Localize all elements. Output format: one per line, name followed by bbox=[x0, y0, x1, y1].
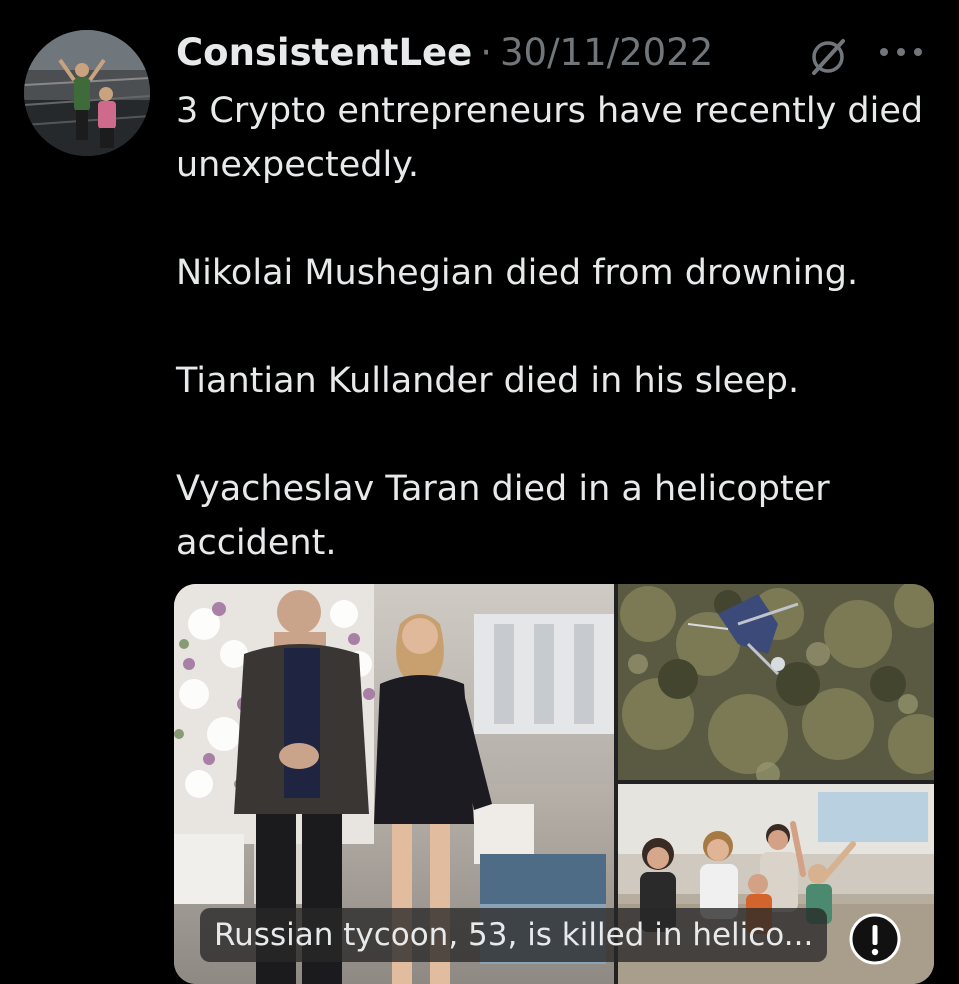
header-separator: · bbox=[480, 30, 492, 74]
media-image-wreckage[interactable] bbox=[618, 584, 934, 780]
tweet-paragraph: Nikolai Mushegian died from drowning. bbox=[176, 253, 859, 293]
tweet: ConsistentLee · 30/11/2022 3 Crypto entr… bbox=[0, 0, 959, 984]
avatar-photo bbox=[24, 30, 150, 156]
timestamp[interactable]: 30/11/2022 bbox=[500, 31, 713, 74]
tweet-header: ConsistentLee · 30/11/2022 bbox=[176, 28, 713, 76]
tweet-text: 3 Crypto entrepreneurs have recently die… bbox=[176, 84, 946, 570]
more-icon[interactable] bbox=[876, 42, 926, 62]
info-icon[interactable] bbox=[848, 912, 902, 966]
grok-icon[interactable] bbox=[806, 34, 850, 78]
avatar[interactable] bbox=[24, 30, 150, 156]
tweet-paragraph: Tiantian Kullander died in his sleep. bbox=[176, 361, 800, 401]
tweet-paragraph: Vyacheslav Taran died in a helicopter ac… bbox=[176, 469, 830, 563]
tweet-paragraph: 3 Crypto entrepreneurs have recently die… bbox=[176, 91, 924, 185]
author-name[interactable]: ConsistentLee bbox=[176, 31, 472, 74]
link-caption[interactable]: Russian tycoon, 53, is killed in helico.… bbox=[200, 908, 828, 962]
